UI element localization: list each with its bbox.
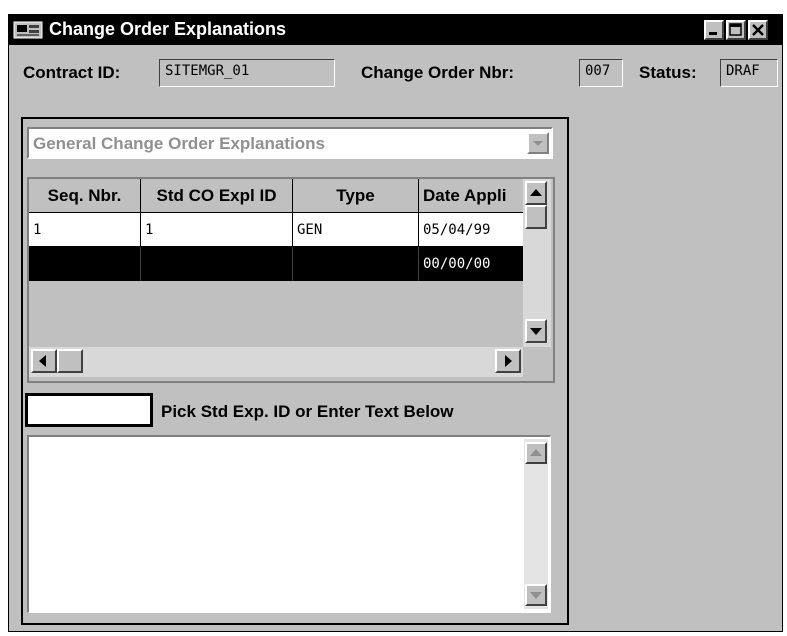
column-header-std-co-expl-id[interactable]: Std CO Expl ID	[141, 179, 293, 213]
status-label: Status:	[639, 63, 697, 82]
memo-scroll-up-button[interactable]	[525, 442, 547, 464]
scroll-right-button[interactable]	[495, 349, 521, 373]
cell-seq-nbr[interactable]	[29, 247, 141, 281]
cell-seq-nbr[interactable]: 1	[29, 213, 141, 247]
column-header-date-applied[interactable]: Date Appli	[419, 179, 523, 213]
cell-date-applied[interactable]: 00/00/00	[419, 247, 523, 281]
scroll-up-button[interactable]	[525, 181, 547, 205]
pick-std-exp-label: Pick Std Exp. ID or Enter Text Below	[161, 402, 454, 421]
grid-viewport: Seq. Nbr. Std CO Expl ID Type Date Appli…	[29, 179, 523, 347]
arrow-down-icon	[530, 328, 542, 335]
explanations-grid: Seq. Nbr. Std CO Expl ID Type Date Appli…	[27, 177, 555, 383]
contract-id-label: Contract ID:	[23, 63, 121, 82]
memo-vertical-scrollbar[interactable]	[524, 439, 548, 609]
maximize-button[interactable]	[726, 20, 746, 40]
column-header-type[interactable]: Type	[293, 179, 419, 213]
combo-dropdown-button[interactable]	[527, 132, 549, 154]
std-exp-id-input[interactable]	[25, 393, 153, 427]
contract-id-field[interactable]: SITEMGR_01	[159, 59, 335, 87]
maximize-icon	[729, 23, 742, 36]
change-order-explanations-window: Change Order Explanations Contract ID: S…	[8, 14, 783, 632]
close-icon	[752, 24, 764, 36]
scroll-down-button[interactable]	[525, 319, 547, 343]
close-button[interactable]	[748, 20, 768, 40]
change-order-nbr-label: Change Order Nbr:	[361, 63, 515, 82]
scroll-thumb[interactable]	[525, 205, 547, 229]
chevron-down-icon	[533, 141, 543, 146]
grid-vertical-scrollbar[interactable]	[523, 179, 551, 347]
window-title: Change Order Explanations	[49, 19, 287, 39]
cell-type[interactable]: GEN	[293, 213, 419, 247]
title-bar[interactable]: Change Order Explanations	[9, 15, 782, 45]
arrow-right-icon	[505, 355, 512, 367]
cell-std-co-expl-id[interactable]: 1	[141, 213, 293, 247]
explanation-text-area[interactable]	[27, 435, 551, 613]
grid-horizontal-scrollbar[interactable]	[29, 347, 523, 377]
explanation-type-combo[interactable]: General Change Order Explanations	[27, 127, 553, 159]
arrow-down-icon	[530, 592, 542, 599]
column-header-seq-nbr[interactable]: Seq. Nbr.	[29, 179, 141, 213]
memo-scroll-down-button[interactable]	[525, 584, 547, 606]
scroll-left-button[interactable]	[31, 349, 57, 373]
change-order-nbr-field[interactable]: 007	[579, 59, 623, 87]
minimize-icon	[709, 32, 717, 35]
status-field[interactable]: DRAF	[720, 59, 778, 87]
cell-type[interactable]	[293, 247, 419, 281]
scrollbar-corner	[523, 347, 551, 381]
minimize-button[interactable]	[704, 20, 724, 40]
arrow-up-icon	[530, 189, 542, 196]
explanations-panel: General Change Order Explanations Seq. N…	[21, 117, 569, 625]
horizontal-scroll-thumb[interactable]	[57, 349, 83, 373]
app-icon[interactable]	[13, 20, 43, 40]
arrow-left-icon	[39, 355, 46, 367]
cell-date-applied[interactable]: 05/04/99	[419, 213, 523, 247]
cell-std-co-expl-id[interactable]	[141, 247, 293, 281]
arrow-up-icon	[530, 449, 542, 456]
combo-selected-value: General Change Order Explanations	[33, 134, 325, 153]
